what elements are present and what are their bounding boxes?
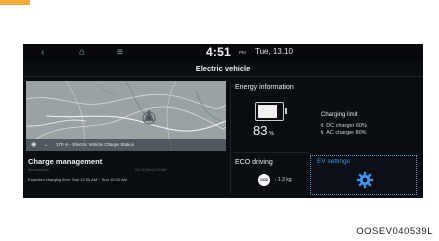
map-route-bar: ◉ ← 170 m · Electric Vehicle Charge Stat… xyxy=(26,139,226,151)
dc-charger-label: DC charger 60% xyxy=(326,123,367,129)
clock-date: Tue, 13.10 xyxy=(255,47,293,56)
departure-time: Oct 13 (Mon) 3:00 AM xyxy=(135,168,167,172)
eco-driving-title[interactable]: ECO driving xyxy=(235,159,273,166)
clock-ampm: PM xyxy=(239,50,246,55)
battery-level: 83% xyxy=(253,123,274,138)
bolt-icon: ↯ xyxy=(320,123,325,129)
clock-time: 4:51 xyxy=(206,45,231,59)
home-icon[interactable]: ⌂ xyxy=(79,46,85,60)
charging-limit-title: Charging limit xyxy=(321,112,358,118)
eco-driving-value: ↓ 1.3 kg xyxy=(274,177,292,183)
image-code: OOSEV040539L xyxy=(356,226,433,237)
title-divider xyxy=(23,76,423,77)
next-departure-label: Next departure xyxy=(28,168,50,172)
navigation-map[interactable]: ◉ ← 170 m · Electric Vehicle Charge Stat… xyxy=(26,81,226,151)
energy-information-title[interactable]: Energy information xyxy=(235,84,294,91)
horizontal-divider xyxy=(233,152,308,153)
corner-mark xyxy=(0,0,30,5)
infotainment-screen: ‹ ⌂ ≡ 4:51 PM Tue, 13.10 Electric vehicl… xyxy=(23,44,423,198)
battery-fill xyxy=(258,105,278,118)
battery-terminal xyxy=(285,108,287,114)
turn-arrow-icon: ← xyxy=(44,142,50,148)
battery-level-unit: % xyxy=(269,131,274,137)
co2-badge: CO2 xyxy=(258,174,270,186)
menu-icon[interactable]: ≡ xyxy=(117,46,123,60)
ev-settings-button[interactable]: EV settings xyxy=(310,155,417,195)
ev-settings-label: EV settings xyxy=(317,158,350,165)
back-chevron-icon[interactable]: ‹ xyxy=(41,46,44,60)
ac-charger-limit: ↯ AC charger 80% xyxy=(320,130,367,136)
battery-level-value: 83 xyxy=(253,123,268,138)
gear-icon xyxy=(356,171,374,189)
charge-management-title[interactable]: Charge management xyxy=(28,157,102,166)
expected-charging-time: Expected charging time: Sun 12:00 AM ~ S… xyxy=(28,177,127,182)
vertical-divider xyxy=(230,81,231,194)
bolt-icon: ↯ xyxy=(320,130,325,136)
page-title: Electric vehicle xyxy=(195,64,251,73)
status-bar: ‹ ⌂ ≡ 4:51 PM Tue, 13.10 xyxy=(23,44,423,62)
route-text: 170 m · Electric Vehicle Charge Station xyxy=(56,142,135,147)
ac-charger-label: AC charger 80% xyxy=(326,130,367,136)
dc-charger-limit: ↯ DC charger 60% xyxy=(320,123,367,129)
location-pin-icon: ◉ xyxy=(31,142,37,148)
battery-icon xyxy=(255,102,287,121)
